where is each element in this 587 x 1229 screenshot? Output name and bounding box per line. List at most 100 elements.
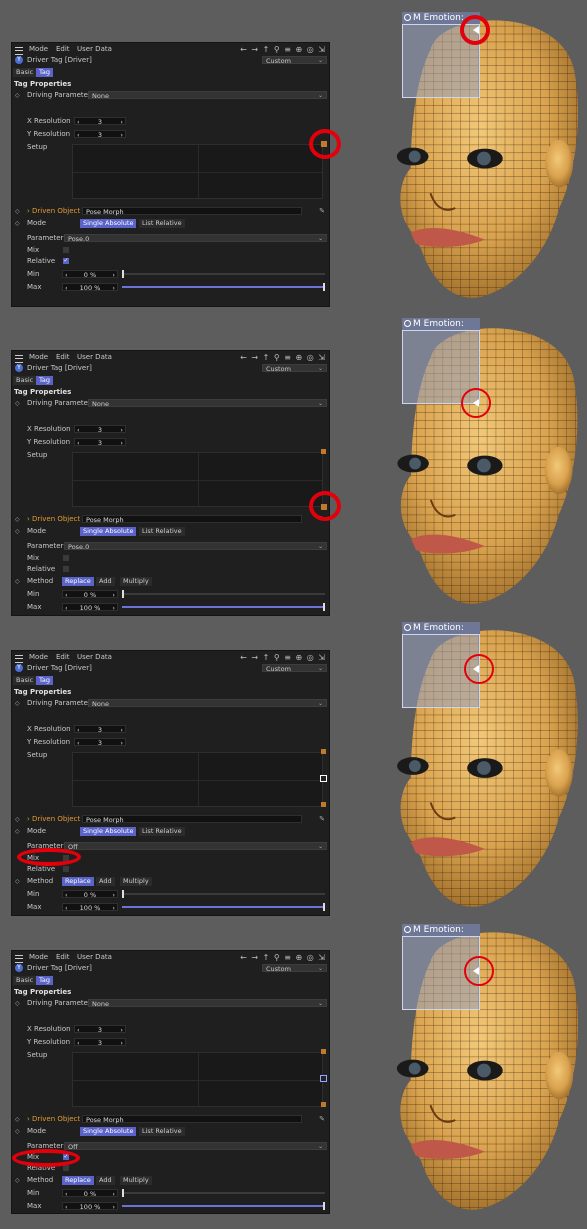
max-slider[interactable] — [122, 1202, 325, 1210]
setup-grid[interactable] — [72, 1052, 323, 1107]
preset-dropdown[interactable]: Custom ⌄ — [262, 364, 327, 373]
min-slider[interactable] — [122, 270, 325, 278]
menu-mode[interactable]: Mode — [29, 44, 48, 55]
setup-handle-top[interactable] — [321, 749, 326, 754]
tab-tag[interactable]: Tag — [36, 376, 54, 385]
viewport-3[interactable]: M Emotion: — [370, 620, 587, 916]
toolbar-icons[interactable]: ← → ↑ ⚲ ≡ ⊕ ◎ ⇲ — [240, 952, 326, 963]
parameter-dropdown[interactable]: Off ⌄ — [64, 842, 327, 851]
viewport-1[interactable]: M Emotion: — [370, 10, 587, 307]
setup-handle-bottom[interactable] — [321, 1102, 326, 1107]
keyframe-diamond-icon[interactable]: ◇ — [15, 90, 20, 101]
menu-edit[interactable]: Edit — [56, 652, 70, 663]
hamburger-icon[interactable] — [15, 955, 23, 963]
pick-icon[interactable]: ✎ — [319, 814, 325, 825]
max-field[interactable]: ‹ 100 % › — [62, 283, 118, 292]
preset-dropdown[interactable]: Custom ⌄ — [262, 56, 327, 65]
mode-list-relative[interactable]: List Relative — [139, 1127, 185, 1136]
driven-object-field[interactable]: Pose Morph — [82, 815, 302, 824]
preset-dropdown[interactable]: Custom ⌄ — [262, 964, 327, 973]
relative-checkbox[interactable] — [63, 1165, 69, 1171]
method-multiply[interactable]: Multiply — [120, 577, 152, 586]
pick-icon[interactable]: ✎ — [319, 206, 325, 217]
method-add[interactable]: Add — [96, 577, 115, 586]
y-resolution-field[interactable]: ‹ 3 › — [74, 738, 126, 747]
y-resolution-field[interactable]: ‹ 3 › — [74, 438, 126, 447]
keyframe-diamond-icon[interactable]: ◇ — [15, 218, 20, 229]
toolbar-icons[interactable]: ← → ↑ ⚲ ≡ ⊕ ◎ ⇲ — [240, 44, 326, 55]
keyframe-diamond-icon[interactable]: ◇ — [15, 876, 20, 887]
tab-basic[interactable]: Basic — [13, 68, 37, 77]
driven-object-label[interactable]: › Driven Object — [27, 814, 80, 825]
setup-handle-top[interactable] — [321, 449, 326, 454]
method-add[interactable]: Add — [96, 877, 115, 886]
menu-edit[interactable]: Edit — [56, 952, 70, 963]
tab-tag[interactable]: Tag — [36, 976, 54, 985]
method-replace[interactable]: Replace — [62, 877, 94, 886]
keyframe-diamond-icon[interactable]: ◇ — [15, 698, 20, 709]
menu-mode[interactable]: Mode — [29, 952, 48, 963]
driven-object-field[interactable]: Pose Morph — [82, 1115, 302, 1124]
method-multiply[interactable]: Multiply — [120, 877, 152, 886]
hamburger-icon[interactable] — [15, 47, 23, 55]
mode-list-relative[interactable]: List Relative — [139, 219, 185, 228]
tab-basic[interactable]: Basic — [13, 676, 37, 685]
menu-mode[interactable]: Mode — [29, 652, 48, 663]
keyframe-diamond-icon[interactable]: ◇ — [15, 1114, 20, 1125]
min-field[interactable]: ‹ 0 % › — [62, 270, 118, 279]
driving-parameter-dropdown[interactable]: None ⌄ — [88, 999, 327, 1008]
keyframe-diamond-icon[interactable]: ◇ — [15, 998, 20, 1009]
method-add[interactable]: Add — [96, 1176, 115, 1185]
driven-object-field[interactable]: Pose Morph — [82, 207, 302, 216]
driving-parameter-dropdown[interactable]: None ⌄ — [88, 91, 327, 100]
parameter-dropdown[interactable]: Pose.0 ⌄ — [64, 234, 327, 243]
menu-mode[interactable]: Mode — [29, 352, 48, 363]
preset-dropdown[interactable]: Custom ⌄ — [262, 664, 327, 673]
min-field[interactable]: ‹ 0 % › — [62, 890, 118, 899]
max-field[interactable]: ‹ 100 % › — [62, 603, 118, 612]
menu-user-data[interactable]: User Data — [77, 352, 112, 363]
keyframe-diamond-icon[interactable]: ◇ — [15, 514, 20, 525]
driving-parameter-dropdown[interactable]: None ⌄ — [88, 699, 327, 708]
x-resolution-field[interactable]: ‹ 3 › — [74, 725, 126, 734]
setup-grid[interactable] — [72, 752, 323, 807]
setup-handle-selected[interactable] — [320, 775, 327, 782]
mode-list-relative[interactable]: List Relative — [139, 827, 185, 836]
driving-parameter-dropdown[interactable]: None ⌄ — [88, 399, 327, 408]
method-replace[interactable]: Replace — [62, 577, 94, 586]
keyframe-diamond-icon[interactable]: ◇ — [15, 398, 20, 409]
min-field[interactable]: ‹ 0 % › — [62, 590, 118, 599]
keyframe-diamond-icon[interactable]: ◇ — [15, 1126, 20, 1137]
keyframe-diamond-icon[interactable]: ◇ — [15, 206, 20, 217]
setup-handle-selected[interactable] — [320, 1075, 327, 1082]
setup-handle-top[interactable] — [321, 1049, 326, 1054]
y-resolution-field[interactable]: ‹ 3 › — [74, 1038, 126, 1047]
mode-single-absolute[interactable]: Single Absolute — [80, 219, 137, 228]
keyframe-diamond-icon[interactable]: ◇ — [15, 576, 20, 587]
keyframe-diamond-icon[interactable]: ◇ — [15, 826, 20, 837]
menu-edit[interactable]: Edit — [56, 44, 70, 55]
mode-single-absolute[interactable]: Single Absolute — [80, 827, 137, 836]
relative-checkbox[interactable]: ✓ — [63, 258, 69, 264]
setup-handle-bottom[interactable] — [321, 802, 326, 807]
tab-tag[interactable]: Tag — [36, 68, 54, 77]
max-field[interactable]: ‹ 100 % › — [62, 1202, 118, 1211]
tab-basic[interactable]: Basic — [13, 376, 37, 385]
setup-grid[interactable] — [72, 144, 323, 199]
driven-object-field[interactable]: Pose Morph — [82, 515, 302, 524]
driven-object-label[interactable]: › Driven Object — [27, 206, 80, 217]
min-slider[interactable] — [122, 890, 325, 898]
tab-basic[interactable]: Basic — [13, 976, 37, 985]
toolbar-icons[interactable]: ← → ↑ ⚲ ≡ ⊕ ◎ ⇲ — [240, 352, 326, 363]
hamburger-icon[interactable] — [15, 655, 23, 663]
driven-object-label[interactable]: › Driven Object — [27, 1114, 80, 1125]
tab-tag[interactable]: Tag — [36, 676, 54, 685]
menu-user-data[interactable]: User Data — [77, 652, 112, 663]
y-resolution-field[interactable]: ‹ 3 › — [74, 130, 126, 139]
x-resolution-field[interactable]: ‹ 3 › — [74, 1025, 126, 1034]
method-replace[interactable]: Replace — [62, 1176, 94, 1185]
min-slider[interactable] — [122, 1189, 325, 1197]
keyframe-diamond-icon[interactable]: ◇ — [15, 814, 20, 825]
mode-single-absolute[interactable]: Single Absolute — [80, 527, 137, 536]
pick-icon[interactable]: ✎ — [319, 1114, 325, 1125]
